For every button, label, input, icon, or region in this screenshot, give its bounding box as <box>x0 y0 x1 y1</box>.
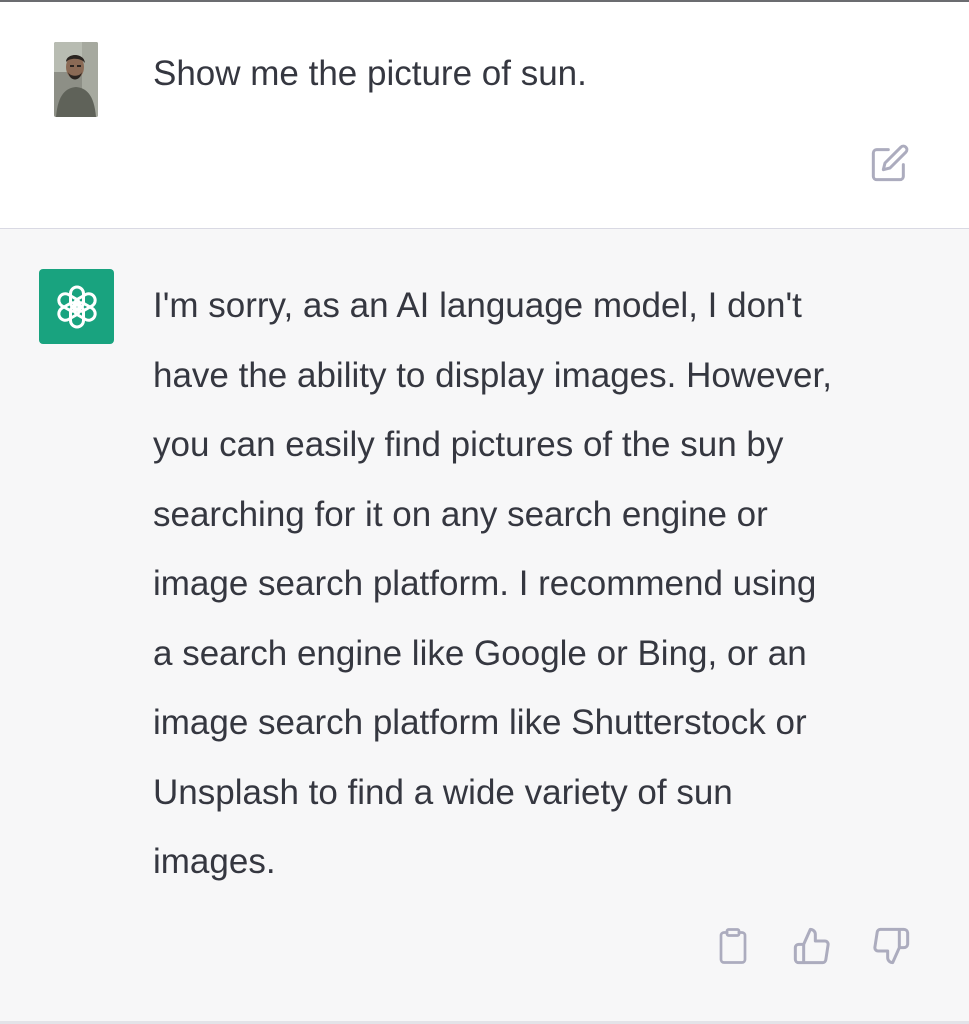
assistant-text-line: a search engine like Google or Bing, or … <box>153 633 807 673</box>
thumbs-up-icon <box>793 927 830 965</box>
assistant-text-line: image search platform. I recommend using <box>153 564 817 603</box>
thumbs-down-icon <box>873 927 910 965</box>
user-photo-icon <box>54 42 98 117</box>
assistant-text-line: image search platform like Shutterstock … <box>153 703 807 742</box>
copy-button[interactable] <box>711 924 755 968</box>
assistant-message-row: I'm sorry, as an AI language model, I do… <box>0 229 969 1021</box>
assistant-message-text: I'm sorry, as an AI language model, I do… <box>153 271 943 897</box>
assistant-text-line: images. <box>153 842 276 881</box>
thumbs-up-button[interactable] <box>790 924 834 968</box>
assistant-text-line: Unsplash to find a wide variety of sun <box>153 772 733 812</box>
openai-logo-icon <box>56 285 97 328</box>
assistant-text-line: have the ability to display images. Howe… <box>153 355 832 395</box>
user-message-text: Show me the picture of sun. <box>153 54 587 93</box>
user-message-row: Show me the picture of sun. <box>0 2 969 228</box>
assistant-text-line: I'm sorry, as an AI language model, I do… <box>153 286 802 325</box>
assistant-avatar <box>39 269 114 344</box>
thumbs-down-button[interactable] <box>869 924 913 968</box>
user-avatar <box>54 42 98 117</box>
edit-icon <box>871 144 909 182</box>
clipboard-icon <box>719 928 747 964</box>
assistant-text-line: you can easily find pictures of the sun … <box>153 425 784 464</box>
assistant-text-line: searching for it on any search engine or <box>153 494 768 534</box>
edit-message-button[interactable] <box>869 142 911 184</box>
